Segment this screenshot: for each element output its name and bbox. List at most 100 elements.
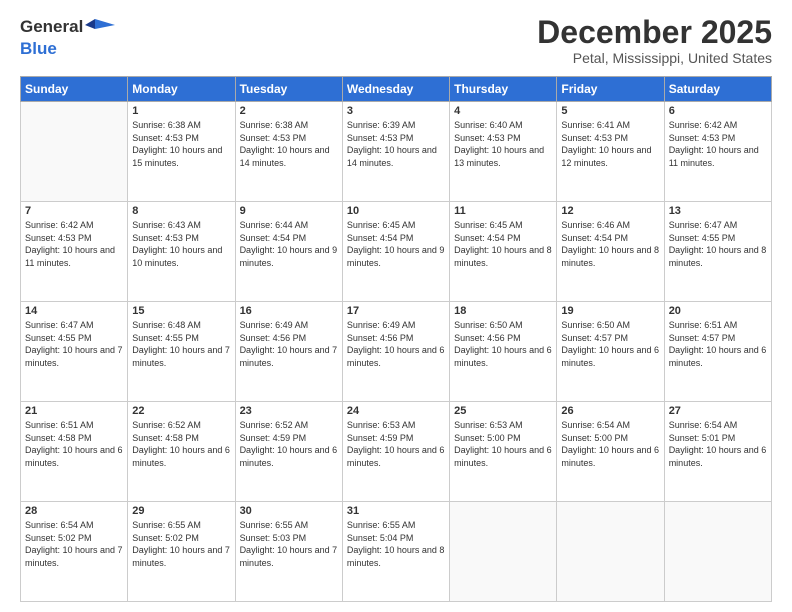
day-info: Sunrise: 6:54 AMSunset: 5:02 PMDaylight:… bbox=[25, 519, 123, 569]
table-row: 30 Sunrise: 6:55 AMSunset: 5:03 PMDayligh… bbox=[235, 502, 342, 602]
table-row: 13 Sunrise: 6:47 AMSunset: 4:55 PMDayligh… bbox=[664, 202, 771, 302]
table-row: 21 Sunrise: 6:51 AMSunset: 4:58 PMDayligh… bbox=[21, 402, 128, 502]
location: Petal, Mississippi, United States bbox=[537, 50, 772, 66]
day-info: Sunrise: 6:52 AMSunset: 4:58 PMDaylight:… bbox=[132, 419, 230, 469]
calendar-header-row: Sunday Monday Tuesday Wednesday Thursday… bbox=[21, 77, 772, 102]
day-info: Sunrise: 6:40 AMSunset: 4:53 PMDaylight:… bbox=[454, 119, 552, 169]
day-info: Sunrise: 6:42 AMSunset: 4:53 PMDaylight:… bbox=[25, 219, 123, 269]
table-row: 5Sunrise: 6:41 AMSunset: 4:53 PMDaylight… bbox=[557, 102, 664, 202]
header-friday: Friday bbox=[557, 77, 664, 102]
day-number: 16 bbox=[240, 305, 338, 317]
day-info: Sunrise: 6:42 AMSunset: 4:53 PMDaylight:… bbox=[669, 119, 767, 169]
day-number: 26 bbox=[561, 405, 659, 417]
day-info: Sunrise: 6:47 AMSunset: 4:55 PMDaylight:… bbox=[669, 219, 767, 269]
day-info: Sunrise: 6:55 AMSunset: 5:02 PMDaylight:… bbox=[132, 519, 230, 569]
day-number: 9 bbox=[240, 205, 338, 217]
calendar-week-row: 21 Sunrise: 6:51 AMSunset: 4:58 PMDayligh… bbox=[21, 402, 772, 502]
title-block: December 2025 Petal, Mississippi, United… bbox=[537, 15, 772, 66]
table-row: 10 Sunrise: 6:45 AMSunset: 4:54 PMDayligh… bbox=[342, 202, 449, 302]
logo-bird-icon bbox=[85, 15, 115, 39]
table-row bbox=[450, 502, 557, 602]
day-info: Sunrise: 6:43 AMSunset: 4:53 PMDaylight:… bbox=[132, 219, 230, 269]
day-info: Sunrise: 6:45 AMSunset: 4:54 PMDaylight:… bbox=[454, 219, 552, 269]
day-number: 13 bbox=[669, 205, 767, 217]
day-info: Sunrise: 6:54 AMSunset: 5:00 PMDaylight:… bbox=[561, 419, 659, 469]
header-thursday: Thursday bbox=[450, 77, 557, 102]
day-info: Sunrise: 6:50 AMSunset: 4:56 PMDaylight:… bbox=[454, 319, 552, 369]
day-info: Sunrise: 6:52 AMSunset: 4:59 PMDaylight:… bbox=[240, 419, 338, 469]
day-info: Sunrise: 6:39 AMSunset: 4:53 PMDaylight:… bbox=[347, 119, 445, 169]
day-info: Sunrise: 6:46 AMSunset: 4:54 PMDaylight:… bbox=[561, 219, 659, 269]
day-info: Sunrise: 6:45 AMSunset: 4:54 PMDaylight:… bbox=[347, 219, 445, 269]
header-sunday: Sunday bbox=[21, 77, 128, 102]
day-number: 12 bbox=[561, 205, 659, 217]
table-row: 17Sunrise: 6:49 AMSunset: 4:56 PMDayligh… bbox=[342, 302, 449, 402]
day-info: Sunrise: 6:38 AMSunset: 4:53 PMDaylight:… bbox=[132, 119, 230, 169]
day-number: 25 bbox=[454, 405, 552, 417]
day-number: 21 bbox=[25, 405, 123, 417]
table-row: 20 Sunrise: 6:51 AMSunset: 4:57 PMDayligh… bbox=[664, 302, 771, 402]
page: General Blue December 2025 Petal, Missis… bbox=[0, 0, 792, 612]
table-row: 18 Sunrise: 6:50 AMSunset: 4:56 PMDayligh… bbox=[450, 302, 557, 402]
table-row bbox=[557, 502, 664, 602]
table-row: 7 Sunrise: 6:42 AMSunset: 4:53 PMDaylight… bbox=[21, 202, 128, 302]
day-info: Sunrise: 6:53 AMSunset: 5:00 PMDaylight:… bbox=[454, 419, 552, 469]
table-row: 6 Sunrise: 6:42 AMSunset: 4:53 PMDaylight… bbox=[664, 102, 771, 202]
table-row bbox=[21, 102, 128, 202]
day-number: 10 bbox=[347, 205, 445, 217]
calendar-week-row: 28Sunrise: 6:54 AMSunset: 5:02 PMDayligh… bbox=[21, 502, 772, 602]
day-info: Sunrise: 6:55 AMSunset: 5:04 PMDaylight:… bbox=[347, 519, 445, 569]
day-info: Sunrise: 6:47 AMSunset: 4:55 PMDaylight:… bbox=[25, 319, 123, 369]
day-info: Sunrise: 6:51 AMSunset: 4:58 PMDaylight:… bbox=[25, 419, 123, 469]
table-row bbox=[664, 502, 771, 602]
table-row: 8 Sunrise: 6:43 AMSunset: 4:53 PMDaylight… bbox=[128, 202, 235, 302]
table-row: 9 Sunrise: 6:44 AMSunset: 4:54 PMDaylight… bbox=[235, 202, 342, 302]
day-number: 20 bbox=[669, 305, 767, 317]
day-number: 2 bbox=[240, 105, 338, 117]
table-row: 19Sunrise: 6:50 AMSunset: 4:57 PMDayligh… bbox=[557, 302, 664, 402]
day-number: 6 bbox=[669, 105, 767, 117]
day-info: Sunrise: 6:48 AMSunset: 4:55 PMDaylight:… bbox=[132, 319, 230, 369]
header-tuesday: Tuesday bbox=[235, 77, 342, 102]
day-info: Sunrise: 6:49 AMSunset: 4:56 PMDaylight:… bbox=[240, 319, 338, 369]
table-row: 25 Sunrise: 6:53 AMSunset: 5:00 PMDayligh… bbox=[450, 402, 557, 502]
table-row: 15Sunrise: 6:48 AMSunset: 4:55 PMDayligh… bbox=[128, 302, 235, 402]
day-info: Sunrise: 6:53 AMSunset: 4:59 PMDaylight:… bbox=[347, 419, 445, 469]
table-row: 3 Sunrise: 6:39 AMSunset: 4:53 PMDaylight… bbox=[342, 102, 449, 202]
day-number: 22 bbox=[132, 405, 230, 417]
day-info: Sunrise: 6:51 AMSunset: 4:57 PMDaylight:… bbox=[669, 319, 767, 369]
header-saturday: Saturday bbox=[664, 77, 771, 102]
table-row: 1 Sunrise: 6:38 AMSunset: 4:53 PMDaylight… bbox=[128, 102, 235, 202]
day-number: 24 bbox=[347, 405, 445, 417]
day-number: 23 bbox=[240, 405, 338, 417]
day-info: Sunrise: 6:50 AMSunset: 4:57 PMDaylight:… bbox=[561, 319, 659, 369]
table-row: 22 Sunrise: 6:52 AMSunset: 4:58 PMDayligh… bbox=[128, 402, 235, 502]
table-row: 27Sunrise: 6:54 AMSunset: 5:01 PMDayligh… bbox=[664, 402, 771, 502]
header-wednesday: Wednesday bbox=[342, 77, 449, 102]
table-row: 31Sunrise: 6:55 AMSunset: 5:04 PMDayligh… bbox=[342, 502, 449, 602]
day-number: 29 bbox=[132, 505, 230, 517]
day-number: 1 bbox=[132, 105, 230, 117]
day-number: 14 bbox=[25, 305, 123, 317]
calendar-week-row: 7 Sunrise: 6:42 AMSunset: 4:53 PMDaylight… bbox=[21, 202, 772, 302]
day-number: 17 bbox=[347, 305, 445, 317]
day-number: 7 bbox=[25, 205, 123, 217]
calendar-week-row: 1 Sunrise: 6:38 AMSunset: 4:53 PMDaylight… bbox=[21, 102, 772, 202]
day-info: Sunrise: 6:41 AMSunset: 4:53 PMDaylight:… bbox=[561, 119, 659, 169]
day-info: Sunrise: 6:44 AMSunset: 4:54 PMDaylight:… bbox=[240, 219, 338, 269]
day-info: Sunrise: 6:54 AMSunset: 5:01 PMDaylight:… bbox=[669, 419, 767, 469]
logo: General Blue bbox=[20, 15, 115, 59]
header-monday: Monday bbox=[128, 77, 235, 102]
table-row: 12 Sunrise: 6:46 AMSunset: 4:54 PMDayligh… bbox=[557, 202, 664, 302]
table-row: 23 Sunrise: 6:52 AMSunset: 4:59 PMDayligh… bbox=[235, 402, 342, 502]
day-number: 18 bbox=[454, 305, 552, 317]
day-number: 3 bbox=[347, 105, 445, 117]
table-row: 24 Sunrise: 6:53 AMSunset: 4:59 PMDayligh… bbox=[342, 402, 449, 502]
calendar-table: Sunday Monday Tuesday Wednesday Thursday… bbox=[20, 76, 772, 602]
day-info: Sunrise: 6:55 AMSunset: 5:03 PMDaylight:… bbox=[240, 519, 338, 569]
day-number: 30 bbox=[240, 505, 338, 517]
header: General Blue December 2025 Petal, Missis… bbox=[20, 15, 772, 66]
table-row: 26 Sunrise: 6:54 AMSunset: 5:00 PMDayligh… bbox=[557, 402, 664, 502]
table-row: 11Sunrise: 6:45 AMSunset: 4:54 PMDayligh… bbox=[450, 202, 557, 302]
day-number: 8 bbox=[132, 205, 230, 217]
